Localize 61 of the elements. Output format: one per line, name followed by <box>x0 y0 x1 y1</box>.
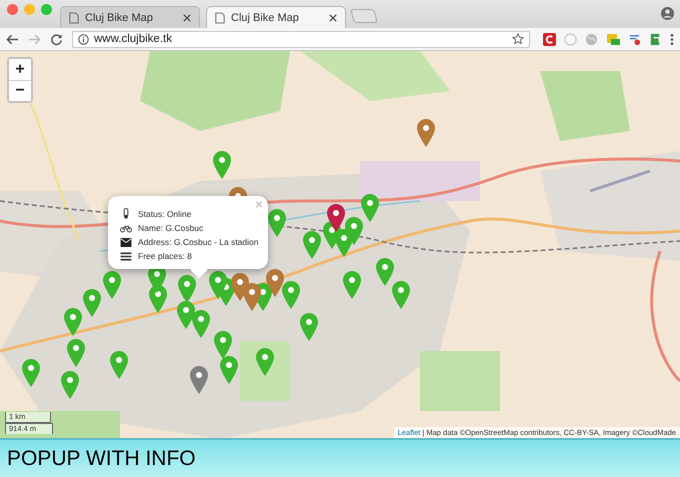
envelope-icon <box>120 238 132 246</box>
page-icon <box>215 12 225 24</box>
zoom-out-button[interactable]: − <box>9 80 31 101</box>
forward-icon[interactable] <box>28 32 41 46</box>
extension-icon[interactable] <box>628 32 641 46</box>
popup-text: Status: Online <box>138 208 192 218</box>
map-marker-icon[interactable] <box>282 281 300 309</box>
popup-text: Free places: 8 <box>138 251 192 261</box>
menu-icon[interactable] <box>670 32 674 46</box>
map-marker-icon[interactable] <box>300 313 318 341</box>
caption-banner: POPUP WITH INFO <box>0 438 680 477</box>
map-marker-icon[interactable] <box>103 271 121 299</box>
map-marker-icon[interactable] <box>220 356 238 384</box>
popup-text: Address: G.Cosbuc - La stadion <box>138 237 258 247</box>
bicycle-icon <box>120 224 132 232</box>
extension-icon[interactable] <box>649 32 662 46</box>
map-marker-icon[interactable] <box>327 204 345 232</box>
map-marker-icon[interactable] <box>343 271 361 299</box>
page-icon <box>69 12 79 24</box>
map-marker-icon[interactable] <box>376 258 394 286</box>
map-marker-icon[interactable] <box>178 275 196 303</box>
globe-icon[interactable] <box>585 32 598 46</box>
close-window-button[interactable] <box>7 4 18 14</box>
map-marker-icon[interactable] <box>213 151 231 179</box>
extension-icon[interactable] <box>543 32 556 46</box>
map-marker-icon[interactable] <box>214 331 232 359</box>
extension-icon[interactable] <box>606 32 620 46</box>
map-marker-icon[interactable] <box>67 339 85 367</box>
info-icon[interactable] <box>78 34 89 44</box>
map-marker-icon[interactable] <box>243 283 261 311</box>
maximize-window-button[interactable] <box>41 4 52 14</box>
map-marker-icon[interactable] <box>83 289 101 317</box>
browser-tab[interactable]: Cluj Bike Map <box>60 6 200 28</box>
map-marker-icon[interactable] <box>209 271 227 299</box>
map-marker-icon[interactable] <box>335 229 353 257</box>
back-icon[interactable] <box>6 32 19 46</box>
map-marker-icon[interactable] <box>22 359 40 387</box>
close-icon[interactable] <box>329 14 337 22</box>
map-marker-icon[interactable] <box>392 281 410 309</box>
map-marker-icon[interactable] <box>266 269 284 297</box>
map-marker-icon[interactable] <box>177 301 195 329</box>
map-marker-icon[interactable] <box>417 119 435 147</box>
map-marker-icon[interactable] <box>361 194 379 222</box>
browser-tab[interactable]: Cluj Bike Map <box>206 6 346 28</box>
list-icon <box>120 252 132 260</box>
map-marker-icon[interactable] <box>61 371 79 399</box>
address-field[interactable]: www.clujbike.tk <box>72 30 530 48</box>
map-marker-icon[interactable] <box>192 310 210 338</box>
map-marker-icon[interactable] <box>110 351 128 379</box>
map-marker-icon[interactable] <box>256 348 274 376</box>
map-marker-icon[interactable] <box>190 366 208 394</box>
reload-icon[interactable] <box>50 32 63 46</box>
minimize-window-button[interactable] <box>24 4 35 14</box>
close-icon[interactable] <box>183 14 191 22</box>
new-tab-button[interactable] <box>350 9 378 23</box>
profile-icon[interactable] <box>661 7 674 20</box>
map-marker-icon[interactable] <box>268 209 286 237</box>
popup-text: Name: G.Cosbuc <box>138 223 204 233</box>
star-icon[interactable] <box>512 33 524 45</box>
map-marker-icon[interactable] <box>303 231 321 259</box>
map-marker-icon[interactable] <box>64 308 82 336</box>
